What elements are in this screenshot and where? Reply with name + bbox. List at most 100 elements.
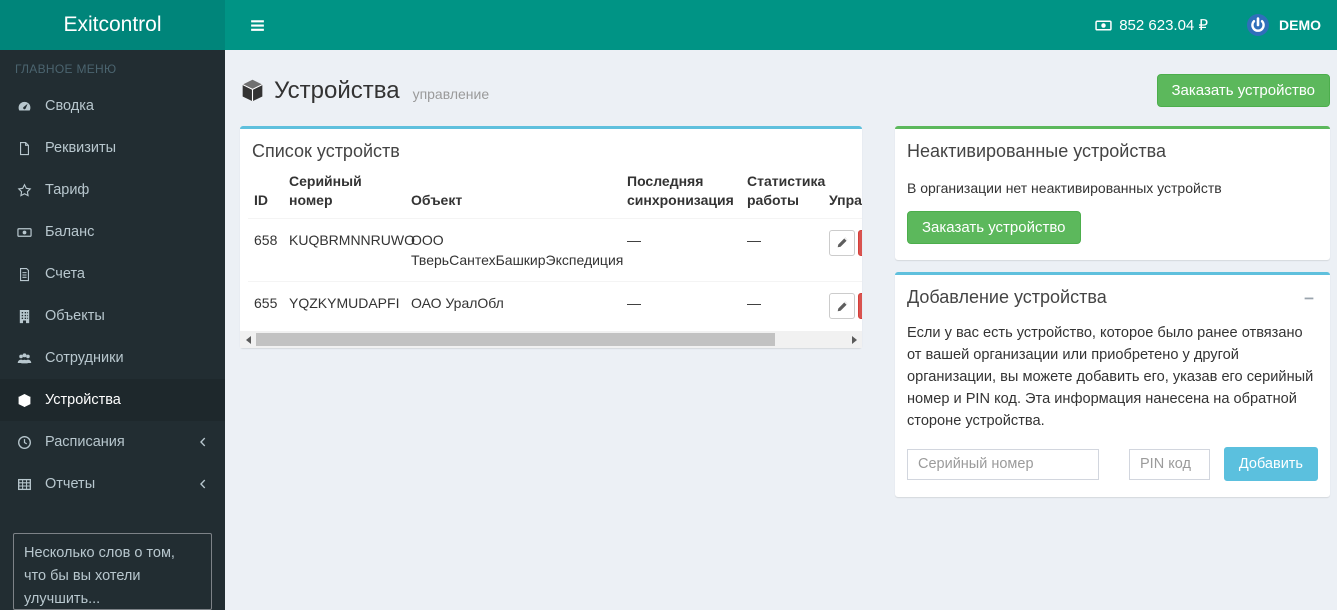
users-icon	[15, 351, 34, 366]
cube-icon	[240, 78, 265, 103]
menu-icon[interactable]	[241, 11, 274, 40]
banknote-icon	[1095, 17, 1112, 34]
table-row: 655 YQZKYMUDAPFI ОАО УралОбл — —	[248, 282, 862, 331]
app-logo[interactable]: Exitcontrol	[0, 0, 225, 50]
sidebar-item-label: Счета	[45, 266, 85, 282]
column-header-manage: Управление	[823, 164, 862, 219]
delete-device-button[interactable]	[858, 293, 862, 320]
invoice-icon	[15, 267, 34, 282]
column-header-serial: Серийный номер	[283, 164, 405, 219]
page-header: Устройства управление Заказать устройств…	[240, 60, 1330, 126]
pin-code-input[interactable]	[1129, 448, 1210, 480]
scroll-right-arrow-icon[interactable]	[846, 331, 862, 348]
star-icon	[15, 183, 34, 198]
sidebar-item-label: Устройства	[45, 392, 121, 408]
cell-serial: KUQBRMNNRUWO	[283, 218, 415, 283]
cell-last-sync: —	[621, 218, 741, 283]
clock-icon	[15, 435, 34, 450]
scroll-left-arrow-icon[interactable]	[240, 331, 256, 348]
sidebar-item-ustroystva[interactable]: Устройства	[0, 379, 225, 421]
money-icon	[15, 225, 34, 240]
sidebar-item-raspisaniya[interactable]: Расписания	[0, 421, 225, 463]
cell-stats: —	[741, 218, 823, 283]
dashboard-icon	[15, 99, 34, 114]
cell-actions	[823, 282, 862, 331]
table-icon	[15, 477, 34, 492]
add-device-button[interactable]: Добавить	[1223, 447, 1318, 482]
cell-last-sync: —	[627, 295, 641, 312]
balance-value: 852 623.04 ₽	[1119, 17, 1208, 34]
sidebar-item-balans[interactable]: Баланс	[0, 211, 225, 253]
chevron-left-icon	[196, 477, 210, 491]
device-list-panel: Список устройств ID Серийный номер Объек…	[240, 126, 862, 349]
cell-object: ОАО УралОбл	[411, 295, 504, 312]
add-device-description: Если у вас есть устройство, которое было…	[907, 325, 1314, 429]
balance-indicator[interactable]: 852 623.04 ₽	[1095, 16, 1208, 34]
sidebar-item-obekty[interactable]: Объекты	[0, 295, 225, 337]
sidebar-item-label: Сотрудники	[45, 350, 124, 366]
navbar-right: 852 623.04 ₽ DEMO	[1095, 13, 1321, 37]
add-device-title: Добавление устройства	[907, 287, 1107, 307]
sidebar-item-otchety[interactable]: Отчеты	[0, 463, 225, 505]
sidebar-item-label: Сводка	[45, 98, 94, 114]
table-row: 658 KUQBRMNNRUWO ООО ТверьСантехБашкирЭксп…	[248, 218, 862, 283]
sidebar-item-label: Тариф	[45, 182, 90, 198]
devices-table-body: 658 KUQBRMNNRUWO ООО ТверьСантехБашкирЭксп…	[248, 218, 862, 330]
order-device-button[interactable]: Заказать устройство	[1156, 74, 1330, 107]
add-device-panel: Добавление устройства Если у вас есть ус…	[895, 272, 1330, 498]
column-header-stats: Статистика работы	[741, 164, 825, 219]
chevron-left-icon	[196, 435, 210, 449]
main-content: Устройства управление Заказать устройств…	[225, 50, 1337, 610]
cube-icon	[15, 393, 34, 408]
device-list-title: Список устройств	[252, 141, 400, 161]
add-device-form: Добавить	[907, 447, 1318, 482]
sidebar-item-label: Отчеты	[45, 476, 96, 492]
serial-number-input[interactable]	[907, 448, 1099, 480]
cell-object: ООО ТверьСантехБашкирЭкспедиция	[405, 218, 623, 283]
page-subtitle: управление	[412, 85, 490, 102]
devices-table-container: ID Серийный номер Объект Последняя синхр…	[240, 164, 862, 330]
app-window: Exitcontrol 852 623.04 ₽ DEMO ГЛАВНОЕ МЕ…	[0, 0, 1337, 610]
scrollbar-track[interactable]	[256, 331, 846, 348]
column-header-id: ID	[248, 164, 283, 219]
delete-device-button[interactable]	[858, 229, 862, 256]
collapse-panel-button[interactable]	[1300, 289, 1318, 307]
cell-serial: YQZKYMUDAPFI	[289, 295, 400, 312]
user-menu[interactable]: DEMO	[1246, 13, 1321, 37]
sidebar: ГЛАВНОЕ МЕНЮ Сводка Реквизиты Тариф Баланс С…	[0, 50, 225, 610]
pencil-icon	[836, 300, 849, 313]
scrollbar-thumb[interactable]	[256, 333, 776, 347]
cell-stats: —	[747, 295, 761, 312]
edit-device-button[interactable]	[829, 293, 855, 320]
file-icon	[15, 141, 34, 156]
cell-id: 658	[248, 218, 283, 283]
column-header-object: Объект	[405, 164, 621, 219]
navbar-main: 852 623.04 ₽ DEMO	[225, 0, 1337, 50]
feedback-input[interactable]	[13, 533, 212, 610]
sidebar-menu: Сводка Реквизиты Тариф Баланс Счета Объекты Со…	[0, 85, 225, 505]
devices-table: ID Серийный номер Объект Последняя синхр…	[248, 164, 862, 330]
inactive-devices-message: В организации нет неактивированных устро…	[907, 180, 1222, 196]
pencil-icon	[836, 236, 849, 249]
cell-actions	[823, 218, 862, 283]
edit-device-button[interactable]	[829, 229, 855, 256]
inactive-devices-panel: Неактивированные устройства В организаци…	[895, 126, 1330, 260]
top-navbar: Exitcontrol 852 623.04 ₽ DEMO	[0, 0, 1337, 50]
column-header-lastsync: Последняя синхронизация	[621, 164, 741, 219]
horizontal-scrollbar[interactable]	[240, 331, 862, 349]
sidebar-item-label: Расписания	[45, 434, 125, 450]
cell-id: 655	[254, 295, 278, 312]
building-icon	[15, 309, 34, 324]
sidebar-item-sotrudniki[interactable]: Сотрудники	[0, 337, 225, 379]
inactive-devices-title: Неактивированные устройства	[907, 141, 1166, 161]
sidebar-item-svodka[interactable]: Сводка	[0, 85, 225, 127]
sidebar-item-tarif[interactable]: Тариф	[0, 169, 225, 211]
page-title: Устройства	[274, 76, 400, 104]
sidebar-section-label: ГЛАВНОЕ МЕНЮ	[15, 62, 117, 76]
power-icon	[1246, 13, 1270, 37]
sidebar-item-rekvizity[interactable]: Реквизиты	[0, 127, 225, 169]
sidebar-item-label: Реквизиты	[45, 140, 117, 156]
sidebar-item-scheta[interactable]: Счета	[0, 253, 225, 295]
user-name: DEMO	[1279, 17, 1321, 33]
order-device-button-secondary[interactable]: Заказать устройство	[907, 211, 1081, 244]
